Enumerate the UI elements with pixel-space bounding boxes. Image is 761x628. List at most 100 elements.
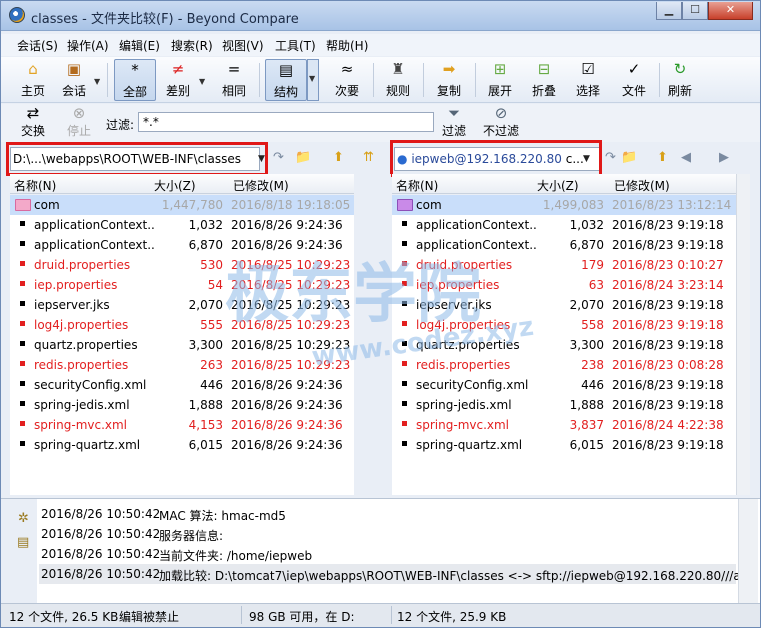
files-button[interactable]: ✓ 文件 xyxy=(617,59,651,101)
file-icon xyxy=(402,281,407,286)
left-up-folder-icon[interactable]: ⬆ xyxy=(333,150,344,165)
toolbar-separator xyxy=(259,63,260,97)
right-file-row[interactable]: spring-quartz.xml 6,015 2016/8/23 9:19:18 xyxy=(392,435,736,455)
left-parent-folder-icon[interactable]: ⇈ xyxy=(363,150,374,165)
gear-icon[interactable]: ✲ xyxy=(18,511,29,526)
left-file-row[interactable]: redis.properties 263 2016/8/25 10:29:23 xyxy=(10,355,354,375)
no-filter-button[interactable]: ⊘ 不过滤 xyxy=(481,105,521,141)
status-separator xyxy=(241,606,242,624)
window-title: classes - 文件夹比较(F) - Beyond Compare xyxy=(31,12,299,27)
file-size: 6,870 xyxy=(569,238,604,252)
right-col-size[interactable]: 大小(Z) xyxy=(537,177,579,194)
left-file-row[interactable]: com 1,447,780 2016/8/18 19:18:05 xyxy=(10,195,354,215)
file-name: com xyxy=(416,198,442,212)
filter-button[interactable]: ⏷ 过滤 xyxy=(439,105,469,141)
right-file-row[interactable]: redis.properties 238 2016/8/23 0:08:28 xyxy=(392,355,736,375)
close-button[interactable]: ✕ xyxy=(708,2,753,20)
left-col-modified[interactable]: 已修改(M) xyxy=(233,177,289,194)
diffs-dropdown-icon[interactable]: ▼ xyxy=(199,77,205,86)
file-modified: 2016/8/26 9:24:36 xyxy=(231,398,343,412)
file-size: 63 xyxy=(588,278,604,292)
log-scrollbar[interactable] xyxy=(738,499,758,603)
minor-button[interactable]: ≈ 次要 xyxy=(329,59,365,101)
rules-button[interactable]: ♜ 规则 xyxy=(381,59,415,101)
structure-button[interactable]: ▤ 结构 xyxy=(265,59,307,101)
log-message: MAC 算法: hmac-md5 xyxy=(159,509,286,523)
right-browse-folder-icon[interactable]: 📁 xyxy=(621,150,637,165)
right-file-row[interactable]: spring-mvc.xml 3,837 2016/8/24 4:22:38 xyxy=(392,415,736,435)
save-log-icon[interactable]: ▤ xyxy=(17,535,29,550)
menu-view[interactable]: 视图(V) xyxy=(222,37,264,54)
expand-button[interactable]: ⊞ 展开 xyxy=(483,59,517,101)
left-file-row[interactable]: iep.properties 54 2016/8/25 10:29:23 xyxy=(10,275,354,295)
left-file-row[interactable]: securityConfig.xml 446 2016/8/26 9:24:36 xyxy=(10,375,354,395)
right-file-row[interactable]: druid.properties 179 2016/8/23 0:10:27 xyxy=(392,255,736,275)
file-icon xyxy=(20,401,25,406)
show-all-button[interactable]: * 全部 xyxy=(114,59,156,101)
right-col-modified[interactable]: 已修改(M) xyxy=(614,177,670,194)
right-file-row[interactable]: quartz.properties 3,300 2016/8/23 9:19:18 xyxy=(392,335,736,355)
file-icon xyxy=(20,381,25,386)
filter-input[interactable] xyxy=(138,112,434,132)
right-file-row[interactable]: iep.properties 63 2016/8/24 3:23:14 xyxy=(392,275,736,295)
status-bar: 12 个文件, 26.5 KB 编辑被禁止 98 GB 可用，在 D: 12 个… xyxy=(1,603,760,627)
left-file-row[interactable]: spring-jedis.xml 1,888 2016/8/26 9:24:36 xyxy=(10,395,354,415)
right-sync-icon[interactable]: ↷ xyxy=(605,150,616,165)
left-browse-folder-icon[interactable]: 📁 xyxy=(295,150,311,165)
right-file-row[interactable]: com 1,499,083 2016/8/23 13:12:14 xyxy=(392,195,736,215)
right-up-folder-icon[interactable]: ⬆ xyxy=(657,150,668,165)
forward-icon[interactable]: ▶ xyxy=(719,150,729,165)
right-file-row[interactable]: applicationContext... 1,032 2016/8/23 9:19… xyxy=(392,215,736,235)
show-same-button[interactable]: = 相同 xyxy=(217,59,251,101)
file-size: 6,870 xyxy=(188,238,223,252)
menu-search[interactable]: 搜索(R) xyxy=(171,37,213,54)
left-col-name[interactable]: 名称(N) xyxy=(14,177,56,194)
menu-help[interactable]: 帮助(H) xyxy=(326,37,368,54)
menu-tools[interactable]: 工具(T) xyxy=(275,37,316,54)
file-icon xyxy=(402,221,407,226)
minimize-button[interactable]: ▁ xyxy=(656,2,682,20)
collapse-button[interactable]: ⊟ 折叠 xyxy=(527,59,561,101)
copy-button[interactable]: ➡ 复制 xyxy=(431,59,467,101)
left-col-size[interactable]: 大小(Z) xyxy=(154,177,196,194)
swap-button[interactable]: ⇄ 交换 xyxy=(15,105,51,141)
file-name: com xyxy=(34,198,60,212)
left-file-row[interactable]: druid.properties 530 2016/8/25 10:29:23 xyxy=(10,255,354,275)
file-icon xyxy=(402,441,407,446)
left-file-row[interactable]: log4j.properties 555 2016/8/25 10:29:23 xyxy=(10,315,354,335)
left-file-row[interactable]: spring-mvc.xml 4,153 2016/8/26 9:24:36 xyxy=(10,415,354,435)
menu-actions[interactable]: 操作(A) xyxy=(67,37,109,54)
right-col-name[interactable]: 名称(N) xyxy=(396,177,438,194)
sessions-dropdown-icon[interactable]: ▼ xyxy=(94,77,100,86)
right-file-row[interactable]: securityConfig.xml 446 2016/8/23 9:19:18 xyxy=(392,375,736,395)
left-sync-icon[interactable]: ↷ xyxy=(273,150,284,165)
back-icon[interactable]: ◀ xyxy=(681,150,691,165)
refresh-button[interactable]: ↻ 刷新 xyxy=(663,59,697,101)
left-file-row[interactable]: applicationContext... 1,032 2016/8/26 9:24… xyxy=(10,215,354,235)
home-button[interactable]: ⌂ 主页 xyxy=(15,59,51,101)
menu-session[interactable]: 会话(S) xyxy=(17,37,58,54)
filter-label: 过滤: xyxy=(106,118,135,132)
right-file-row[interactable]: spring-jedis.xml 1,888 2016/8/23 9:19:18 xyxy=(392,395,736,415)
stop-button[interactable]: ⊗ 停止 xyxy=(61,105,97,141)
right-file-row[interactable]: log4j.properties 558 2016/8/23 9:19:18 xyxy=(392,315,736,335)
right-file-row[interactable]: iepserver.jks 2,070 2016/8/23 9:19:18 xyxy=(392,295,736,315)
sessions-button[interactable]: ▣ 会话 xyxy=(59,59,89,101)
left-file-row[interactable]: iepserver.jks 2,070 2016/8/25 10:29:23 xyxy=(10,295,354,315)
show-diffs-button[interactable]: ≠ 差别 xyxy=(161,59,195,101)
right-file-row[interactable]: applicationContext... 6,870 2016/8/23 9:19… xyxy=(392,235,736,255)
left-file-row[interactable]: spring-quartz.xml 6,015 2016/8/26 9:24:36 xyxy=(10,435,354,455)
file-name: quartz.properties xyxy=(34,338,138,352)
select-button[interactable]: ☑ 选择 xyxy=(571,59,605,101)
left-file-list: com 1,447,780 2016/8/18 19:18:05 applicatio… xyxy=(10,195,354,495)
menu-edit[interactable]: 编辑(E) xyxy=(119,37,160,54)
right-scrollbar[interactable] xyxy=(736,174,750,495)
maximize-button[interactable]: ☐ xyxy=(682,2,708,20)
file-icon xyxy=(402,341,407,346)
left-file-row[interactable]: quartz.properties 3,300 2016/8/25 10:29:23 xyxy=(10,335,354,355)
left-file-row[interactable]: applicationContext... 6,870 2016/8/26 9:24… xyxy=(10,235,354,255)
structure-dropdown[interactable]: ▼ xyxy=(307,59,319,101)
file-modified: 2016/8/26 9:24:36 xyxy=(231,218,343,232)
app-window: classes - 文件夹比较(F) - Beyond Compare ▁ ☐ … xyxy=(0,0,761,628)
log-entry: 2016/8/26 10:50:42 加载比较: D:\tomcat7\iep\w… xyxy=(39,564,748,584)
